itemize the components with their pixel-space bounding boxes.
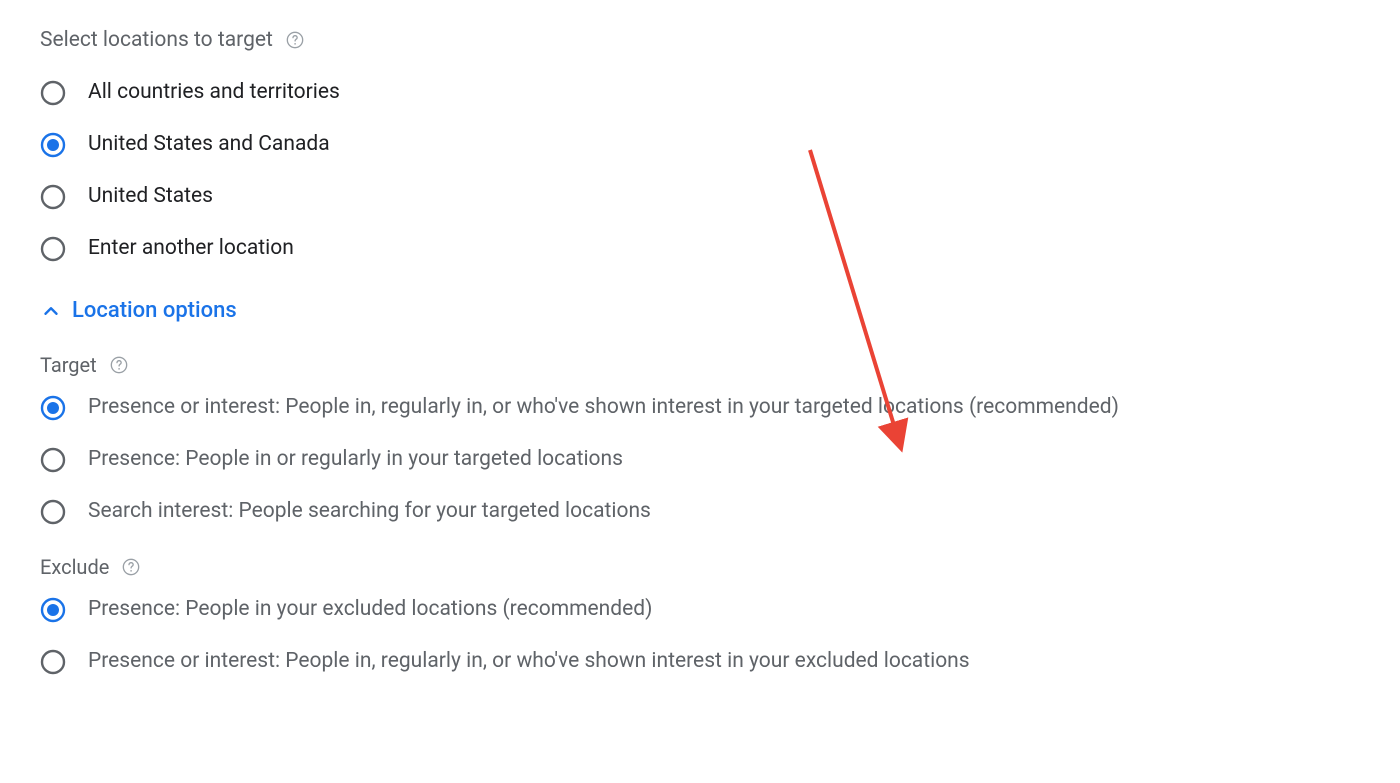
- target-option-label: Presence: People in or regularly in your…: [88, 447, 623, 472]
- location-option-us[interactable]: United States: [40, 184, 1400, 210]
- location-option-us-ca[interactable]: United States and Canada: [40, 132, 1400, 158]
- target-heading: Target: [40, 353, 1400, 377]
- exclude-radio-group: Presence: People in your excluded locati…: [40, 597, 1400, 675]
- target-option-search-interest[interactable]: Search interest: People searching for yo…: [40, 499, 1400, 525]
- select-locations-heading-text: Select locations to target: [40, 28, 273, 52]
- exclude-option-label: Presence: People in your excluded locati…: [88, 597, 652, 622]
- location-option-label: United States: [88, 184, 213, 209]
- target-option-presence[interactable]: Presence: People in or regularly in your…: [40, 447, 1400, 473]
- target-heading-text: Target: [40, 353, 97, 377]
- location-option-label: Enter another location: [88, 236, 294, 261]
- target-option-label: Search interest: People searching for yo…: [88, 499, 651, 524]
- exclude-heading: Exclude: [40, 555, 1400, 579]
- radio-unchecked-icon: [40, 184, 66, 210]
- radio-unchecked-icon: [40, 649, 66, 675]
- chevron-up-icon: [40, 300, 62, 322]
- help-icon[interactable]: [121, 557, 141, 577]
- target-option-label: Presence or interest: People in, regular…: [88, 395, 1119, 420]
- location-option-label: United States and Canada: [88, 132, 330, 157]
- exclude-option-presence[interactable]: Presence: People in your excluded locati…: [40, 597, 1400, 623]
- radio-unchecked-icon: [40, 499, 66, 525]
- location-option-all[interactable]: All countries and territories: [40, 80, 1400, 106]
- exclude-option-presence-interest[interactable]: Presence or interest: People in, regular…: [40, 649, 1400, 675]
- target-option-presence-interest[interactable]: Presence or interest: People in, regular…: [40, 395, 1400, 421]
- location-option-other[interactable]: Enter another location: [40, 236, 1400, 262]
- location-option-label: All countries and territories: [88, 80, 340, 105]
- help-icon[interactable]: [109, 355, 129, 375]
- location-options-toggle-label: Location options: [72, 298, 237, 323]
- help-icon[interactable]: [285, 30, 305, 50]
- radio-checked-icon: [40, 597, 66, 623]
- locations-radio-group: All countries and territories United Sta…: [40, 80, 1400, 262]
- exclude-option-label: Presence or interest: People in, regular…: [88, 649, 970, 674]
- radio-unchecked-icon: [40, 447, 66, 473]
- radio-checked-icon: [40, 395, 66, 421]
- radio-checked-icon: [40, 132, 66, 158]
- target-radio-group: Presence or interest: People in, regular…: [40, 395, 1400, 525]
- select-locations-heading: Select locations to target: [40, 28, 1400, 52]
- location-options-toggle[interactable]: Location options: [40, 298, 1400, 323]
- radio-unchecked-icon: [40, 236, 66, 262]
- exclude-heading-text: Exclude: [40, 555, 109, 579]
- radio-unchecked-icon: [40, 80, 66, 106]
